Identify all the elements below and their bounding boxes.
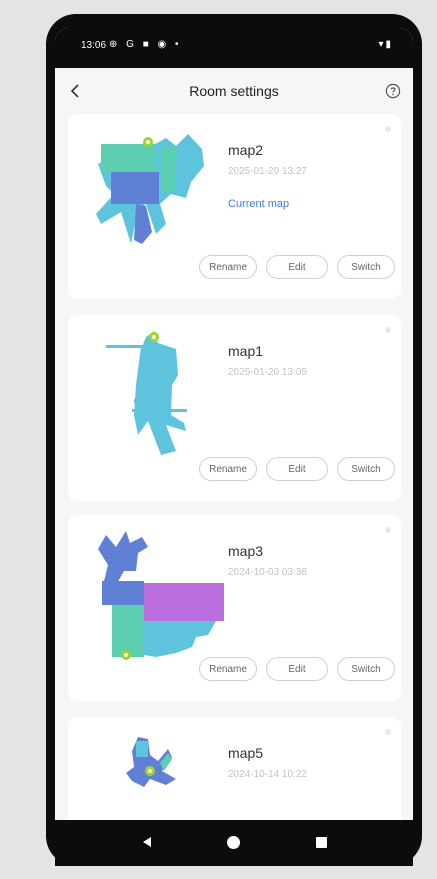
help-circle-icon	[385, 83, 401, 99]
rename-button[interactable]: Rename	[199, 457, 257, 481]
map-name: map5	[228, 745, 264, 761]
card-actions: Rename Edit Switch	[199, 457, 395, 481]
map-date: 2024-10-03 03:38	[228, 567, 307, 578]
card-actions: Rename Edit Switch	[199, 255, 395, 279]
rename-button[interactable]: Rename	[199, 657, 257, 681]
map-date: 2025-01-20 13:27	[228, 166, 307, 177]
card-indicator	[385, 729, 391, 735]
status-icons: ⊕ G ■ ◉ •	[109, 39, 182, 50]
map5-thumbnail	[126, 737, 176, 787]
edit-button[interactable]: Edit	[266, 255, 328, 279]
status-right-icons: ▾▮	[378, 39, 393, 50]
header: Room settings	[55, 68, 413, 114]
switch-button[interactable]: Switch	[337, 255, 395, 279]
help-button[interactable]	[377, 76, 409, 106]
map1-thumbnail	[106, 331, 187, 455]
map2-thumbnail	[96, 134, 204, 244]
map-date: 2024-10-14 10:22	[228, 769, 307, 780]
map-name: map1	[228, 343, 264, 359]
map-name: map3	[228, 543, 264, 559]
card-actions: Rename Edit Switch	[199, 657, 395, 681]
nav-home-icon[interactable]	[227, 836, 240, 849]
app-screen: 13:06 ⊕ G ■ ◉ • ▾▮ Room settings map2 20…	[55, 28, 413, 820]
edit-button[interactable]: Edit	[266, 457, 328, 481]
map-name: map2	[228, 142, 264, 158]
switch-button[interactable]: Switch	[337, 457, 395, 481]
map3-thumbnail	[98, 531, 224, 660]
card-indicator	[385, 126, 391, 132]
system-nav-bar	[55, 820, 413, 866]
map-card-map5[interactable]: map5 2024-10-14 10:22	[68, 717, 401, 820]
rename-button[interactable]: Rename	[199, 255, 257, 279]
map-card-map3[interactable]: map3 2024-10-03 03:38 Rename Edit Switch	[68, 515, 401, 701]
map-card-map1[interactable]: map1 2025-01-20 13:05 Rename Edit Switch	[68, 315, 401, 501]
card-indicator	[385, 327, 391, 333]
page-title: Room settings	[189, 83, 279, 99]
current-map-label: Current map	[228, 198, 290, 210]
nav-recents-icon[interactable]	[316, 837, 327, 848]
status-bar: 13:06 ⊕ G ■ ◉ • ▾▮	[55, 28, 413, 68]
nav-back-icon[interactable]	[141, 836, 153, 848]
switch-button[interactable]: Switch	[337, 657, 395, 681]
map-card-map2[interactable]: map2 2025-01-20 13:27 Current map Rename…	[68, 114, 401, 299]
status-time: 13:06	[81, 40, 107, 51]
card-indicator	[385, 527, 391, 533]
edit-button[interactable]: Edit	[266, 657, 328, 681]
map-date: 2025-01-20 13:05	[228, 367, 307, 378]
